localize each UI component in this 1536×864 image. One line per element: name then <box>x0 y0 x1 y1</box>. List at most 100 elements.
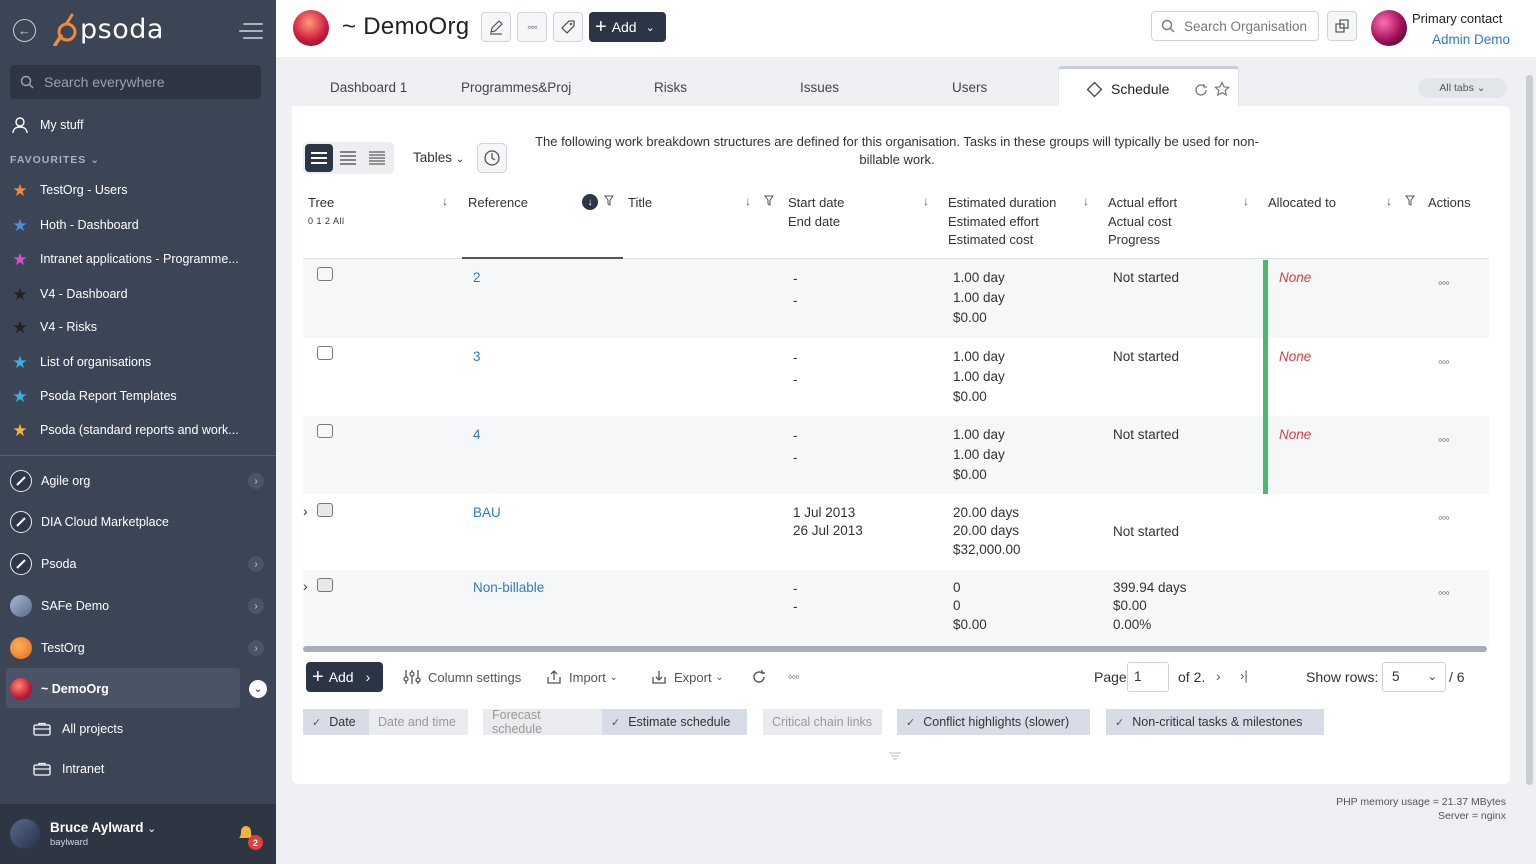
rows-per-page-select[interactable]: 5 ⌄ <box>1382 662 1446 692</box>
footer-add-button[interactable]: + Add › <box>306 662 383 692</box>
sort-active-icon[interactable]: ↓ <box>582 194 598 210</box>
tab-schedule[interactable]: Schedule <box>1058 66 1239 107</box>
tab-users[interactable]: Users <box>952 80 987 95</box>
favourite-item[interactable]: ★ Psoda Report Templates <box>0 386 276 406</box>
col-actuals-header[interactable]: Actual effort Actual cost Progress <box>1108 194 1177 250</box>
col-title-header[interactable]: Title <box>628 194 652 213</box>
resize-handle-icon[interactable] <box>889 752 901 760</box>
row-actions-button[interactable]: ◦◦◦ <box>1438 275 1450 290</box>
refresh-button[interactable] <box>751 669 774 685</box>
col-reference-header[interactable]: Reference <box>468 194 528 213</box>
sub-item-intranet[interactable]: Intranet <box>22 759 276 779</box>
org-item-testorg[interactable]: TestOrg › <box>0 636 276 660</box>
tab-dashboard[interactable]: Dashboard 1 <box>330 80 407 95</box>
search-organisation-input[interactable]: Search Organisation <box>1151 11 1319 41</box>
chevron-down-icon[interactable]: ⌄ <box>249 680 267 698</box>
org-item-dia-cloud[interactable]: DIA Cloud Marketplace <box>0 510 276 534</box>
all-tabs-dropdown[interactable]: All tabs ⌄ <box>1418 78 1507 98</box>
more-button[interactable]: ◦◦◦ <box>517 12 547 42</box>
row-reference-link[interactable]: 3 <box>473 347 481 367</box>
row-reference-link[interactable]: 2 <box>473 268 481 288</box>
row-actions-button[interactable]: ◦◦◦ <box>1438 585 1450 600</box>
collapse-sidebar-button[interactable] <box>238 22 264 43</box>
col-dates-header[interactable]: Start date End date <box>788 194 844 231</box>
next-page-button[interactable]: › <box>1216 668 1221 684</box>
page-number-input[interactable]: 1 <box>1127 662 1169 692</box>
date-mode-toggle[interactable]: ✓ Date <box>303 709 369 735</box>
sort-arrow-icon[interactable]: ↓ <box>1083 194 1089 208</box>
filter-icon[interactable] <box>604 195 614 206</box>
logo[interactable]: psoda <box>52 12 164 46</box>
add-button[interactable]: + Add ⌄ <box>589 12 666 42</box>
row-reference-link[interactable]: 4 <box>473 425 481 445</box>
favourite-item[interactable]: ★ Psoda (standard reports and work... <box>0 420 276 440</box>
horizontal-scrollbar[interactable] <box>303 646 1487 652</box>
column-settings-button[interactable]: Column settings <box>403 669 521 685</box>
estimate-schedule-toggle[interactable]: ✓ Estimate schedule <box>602 709 747 735</box>
last-page-button[interactable]: ›| <box>1240 668 1248 683</box>
sort-arrow-icon[interactable]: ↓ <box>923 194 929 208</box>
favourite-item[interactable]: ★ V4 - Dashboard <box>0 284 276 304</box>
org-item-psoda[interactable]: Psoda › <box>0 552 276 576</box>
row-actions-button[interactable]: ◦◦◦ <box>1438 354 1450 369</box>
my-stuff-link[interactable]: My stuff <box>0 115 276 135</box>
back-button[interactable]: ← <box>13 19 36 42</box>
tree-level-selector[interactable]: 0 1 2 All <box>308 216 345 226</box>
favourite-item[interactable]: ★ TestOrg - Users <box>0 180 276 200</box>
view-compact-button[interactable] <box>334 144 362 172</box>
schedule-button[interactable] <box>477 143 507 173</box>
contact-name-link[interactable]: Admin Demo <box>1432 32 1510 47</box>
chevron-right-icon[interactable]: › <box>248 556 264 572</box>
sort-arrow-icon[interactable]: ↓ <box>745 194 751 208</box>
view-dense-button[interactable] <box>363 144 391 172</box>
sort-arrow-icon[interactable]: ↓ <box>442 194 448 208</box>
favourite-item[interactable]: ★ List of organisations <box>0 352 276 372</box>
search-everywhere-input[interactable]: Search everywhere <box>10 65 261 99</box>
expand-chevron-icon[interactable]: › <box>303 501 308 521</box>
refresh-icon[interactable] <box>1194 83 1208 97</box>
switch-org-button[interactable] <box>1327 11 1357 41</box>
row-reference-link[interactable]: BAU <box>473 503 501 523</box>
favourite-item[interactable]: ★ Hoth - Dashboard <box>0 215 276 235</box>
filter-icon[interactable] <box>764 195 774 206</box>
favourite-item[interactable]: ★ Intranet applications - Programme... <box>0 249 276 269</box>
col-allocated-header[interactable]: Allocated to <box>1268 194 1336 213</box>
row-reference-link[interactable]: Non-billable <box>473 578 544 598</box>
import-button[interactable]: Import ⌄ <box>546 669 618 685</box>
critical-chain-toggle[interactable]: Critical chain links <box>763 709 882 735</box>
row-actions-button[interactable]: ◦◦◦ <box>1438 432 1450 447</box>
non-critical-toggle[interactable]: ✓ Non-critical tasks & milestones <box>1106 709 1324 735</box>
tab-risks[interactable]: Risks <box>654 80 687 95</box>
export-button[interactable]: Export ⌄ <box>651 669 724 685</box>
tables-dropdown[interactable]: Tables ⌄ <box>413 150 464 165</box>
col-tree-header[interactable]: Tree <box>308 194 334 213</box>
conflict-highlights-toggle[interactable]: ✓ Conflict highlights (slower) <box>897 709 1090 735</box>
date-time-mode-toggle[interactable]: Date and time <box>369 709 468 735</box>
chevron-right-icon[interactable]: › <box>248 473 264 489</box>
tab-programmes[interactable]: Programmes&Proj <box>461 80 579 95</box>
org-item-demoorg[interactable]: ~ DemoOrg <box>0 677 276 701</box>
org-item-agile-org[interactable]: Agile org › <box>0 469 276 493</box>
expand-chevron-icon[interactable]: › <box>303 576 308 596</box>
org-item-safe-demo[interactable]: SAFe Demo › <box>0 594 276 618</box>
chevron-right-icon[interactable]: › <box>248 598 264 614</box>
row-allocated[interactable]: None <box>1279 268 1311 288</box>
footer-more-button[interactable]: ◦◦◦ <box>788 669 800 684</box>
favourites-header[interactable]: FAVOURITES ⌄ <box>10 154 100 166</box>
row-allocated[interactable]: None <box>1279 347 1311 367</box>
row-actions-button[interactable]: ◦◦◦ <box>1438 510 1450 525</box>
tab-issues[interactable]: Issues <box>800 80 839 95</box>
forecast-schedule-toggle[interactable]: Forecast schedule <box>483 708 602 736</box>
filter-icon[interactable] <box>1405 195 1415 206</box>
tag-button[interactable] <box>553 12 583 42</box>
user-menu[interactable]: Bruce Aylward ⌄ baylward 2 <box>0 804 276 864</box>
favourite-item[interactable]: ★ V4 - Risks <box>0 317 276 337</box>
row-allocated[interactable]: None <box>1279 425 1311 445</box>
sub-item-all-projects[interactable]: All projects <box>22 719 276 739</box>
view-comfortable-button[interactable] <box>305 144 333 172</box>
sort-arrow-icon[interactable]: ↓ <box>1386 194 1392 208</box>
col-estimates-header[interactable]: Estimated duration Estimated effort Estima… <box>948 194 1056 250</box>
vertical-scrollbar[interactable] <box>1526 75 1533 785</box>
chevron-right-icon[interactable]: › <box>248 640 264 656</box>
edit-button[interactable] <box>481 12 511 42</box>
